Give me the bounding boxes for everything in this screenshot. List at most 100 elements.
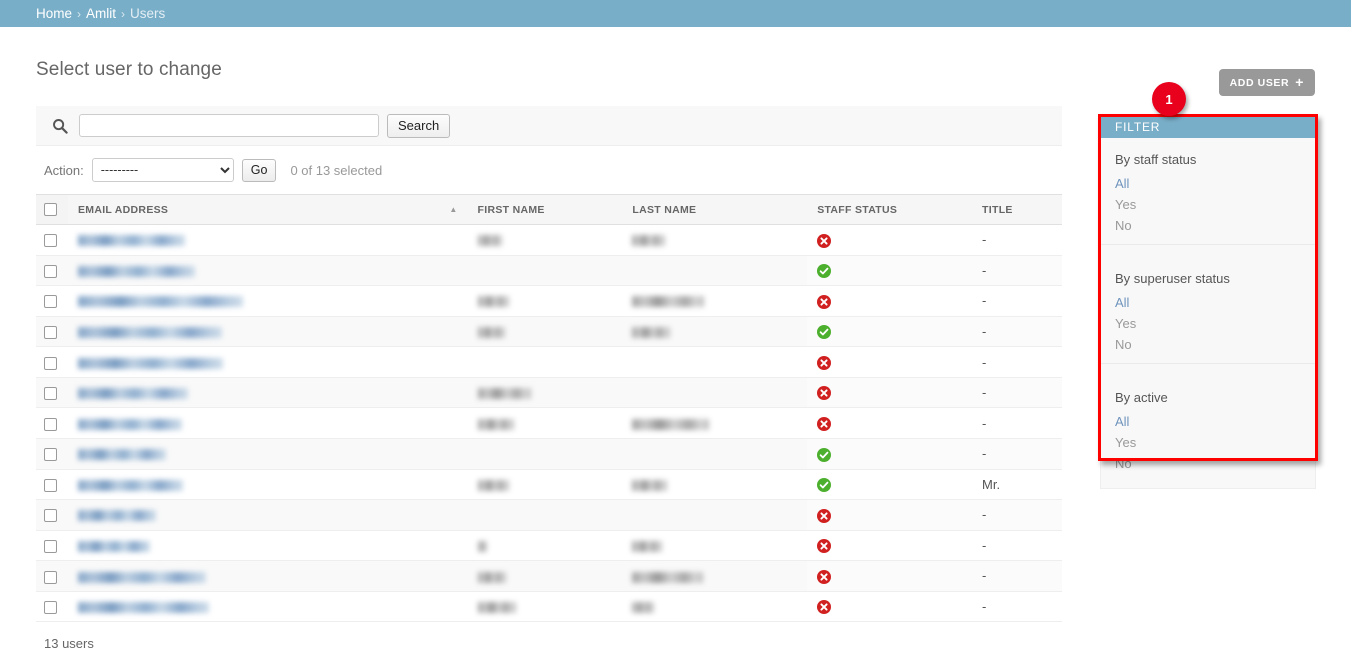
filter-option-by-staff-status-all[interactable]: All bbox=[1101, 173, 1315, 194]
table-row[interactable]: - bbox=[36, 407, 1062, 439]
row-select-checkbox[interactable] bbox=[44, 601, 57, 615]
cell-staff-status bbox=[807, 346, 973, 378]
filter-option-link[interactable]: No bbox=[1115, 337, 1132, 352]
redacted-text bbox=[77, 571, 206, 583]
cell-email[interactable] bbox=[67, 377, 468, 409]
cell-email[interactable] bbox=[67, 591, 468, 623]
row-select-checkbox[interactable] bbox=[44, 326, 57, 339]
redacted-text bbox=[477, 296, 509, 308]
cell-first-name bbox=[467, 591, 623, 623]
plus-icon: + bbox=[1295, 74, 1304, 90]
row-select-checkbox[interactable] bbox=[44, 387, 57, 401]
filter-option-link[interactable]: Yes bbox=[1115, 197, 1136, 212]
filter-option-link[interactable]: No bbox=[1115, 456, 1132, 471]
cell-title-value: - bbox=[982, 537, 987, 553]
cell-email[interactable] bbox=[67, 255, 468, 287]
cell-title-value: - bbox=[982, 262, 987, 278]
cell-first-name bbox=[467, 530, 623, 562]
filter-option-link[interactable]: All bbox=[1115, 414, 1129, 429]
row-select-checkbox[interactable] bbox=[44, 417, 57, 431]
cell-title: - bbox=[972, 560, 1062, 592]
cell-email[interactable] bbox=[67, 346, 468, 378]
filter-option-link[interactable]: Yes bbox=[1115, 435, 1136, 450]
filter-option-by-superuser-status-no[interactable]: No bbox=[1101, 334, 1315, 355]
table-row[interactable]: - bbox=[36, 530, 1062, 562]
row-select-checkbox[interactable] bbox=[44, 448, 57, 462]
cell-email[interactable] bbox=[67, 407, 468, 439]
cell-email[interactable] bbox=[67, 560, 468, 592]
go-button[interactable]: Go bbox=[241, 158, 277, 182]
redacted-text bbox=[77, 327, 222, 339]
status-false-icon bbox=[817, 416, 832, 431]
row-select-checkbox[interactable] bbox=[44, 234, 57, 248]
cell-first-name bbox=[467, 316, 623, 348]
cell-title: - bbox=[972, 499, 1062, 531]
table-row[interactable]: - bbox=[36, 316, 1062, 348]
cell-email[interactable] bbox=[67, 285, 468, 317]
table-row[interactable]: - bbox=[36, 224, 1062, 256]
search-input[interactable] bbox=[79, 114, 379, 137]
table-row[interactable]: - bbox=[36, 438, 1062, 470]
cell-email[interactable] bbox=[67, 438, 468, 470]
cell-staff-status bbox=[807, 469, 973, 501]
breadcrumb-current: Users bbox=[130, 6, 166, 21]
filter-option-link[interactable]: Yes bbox=[1115, 316, 1136, 331]
filter-option-by-active-no[interactable]: No bbox=[1101, 453, 1315, 474]
cell-first-name bbox=[467, 285, 623, 317]
cell-first-name bbox=[467, 499, 623, 531]
table-row[interactable]: Mr. bbox=[36, 469, 1062, 501]
select-all-checkbox[interactable] bbox=[44, 203, 57, 216]
table-row[interactable]: - bbox=[36, 560, 1062, 592]
row-select-cell bbox=[36, 377, 68, 409]
row-select-checkbox[interactable] bbox=[44, 264, 57, 278]
cell-email[interactable] bbox=[67, 499, 468, 531]
row-select-checkbox[interactable] bbox=[44, 295, 57, 309]
action-select[interactable]: --------- bbox=[91, 158, 234, 182]
filter-option-by-active-yes[interactable]: Yes bbox=[1101, 432, 1315, 453]
column-header-email[interactable]: EMAIL ADDRESS ▲ bbox=[67, 194, 468, 225]
table-row[interactable]: - bbox=[36, 285, 1062, 317]
row-select-checkbox[interactable] bbox=[44, 478, 57, 492]
result-count: 13 users bbox=[36, 622, 1062, 653]
filter-option-link[interactable]: No bbox=[1115, 218, 1132, 233]
cell-title-value: - bbox=[982, 599, 987, 615]
cell-email[interactable] bbox=[67, 469, 468, 501]
column-header-first-name[interactable]: FIRST NAME bbox=[467, 194, 623, 225]
breadcrumb-separator-1: › bbox=[77, 6, 82, 21]
filter-option-by-active-all[interactable]: All bbox=[1101, 411, 1315, 432]
row-select-checkbox[interactable] bbox=[44, 356, 57, 370]
row-select-checkbox[interactable] bbox=[44, 570, 57, 584]
table-row[interactable]: - bbox=[36, 377, 1062, 409]
cell-email[interactable] bbox=[67, 316, 468, 348]
cell-title: - bbox=[972, 438, 1062, 470]
filter-option-by-staff-status-no[interactable]: No bbox=[1101, 215, 1315, 236]
cell-email[interactable] bbox=[67, 224, 468, 256]
search-button[interactable]: Search bbox=[387, 113, 451, 138]
row-select-cell bbox=[36, 407, 68, 439]
cell-title: - bbox=[972, 224, 1062, 256]
filter-group-title-by-staff-status: By staff status bbox=[1115, 152, 1197, 167]
filter-option-by-superuser-status-all[interactable]: All bbox=[1101, 292, 1315, 313]
cell-email[interactable] bbox=[67, 530, 468, 562]
table-row[interactable]: - bbox=[36, 591, 1062, 623]
row-select-checkbox[interactable] bbox=[44, 509, 57, 523]
table-row[interactable]: - bbox=[36, 499, 1062, 531]
add-user-button[interactable]: ADD USER + bbox=[1218, 69, 1315, 96]
filter-option-link[interactable]: All bbox=[1115, 176, 1129, 191]
filter-option-by-staff-status-yes[interactable]: Yes bbox=[1101, 194, 1315, 215]
breadcrumb-home[interactable]: Home bbox=[36, 6, 72, 21]
redacted-text bbox=[477, 540, 487, 552]
table-row[interactable]: - bbox=[36, 255, 1062, 287]
table-row[interactable]: - bbox=[36, 346, 1062, 378]
filter-option-link[interactable]: All bbox=[1115, 295, 1129, 310]
column-header-last-name[interactable]: LAST NAME bbox=[622, 194, 808, 225]
table-header-row: EMAIL ADDRESS ▲ FIRST NAME LAST NAME STA… bbox=[36, 194, 1062, 225]
breadcrumb-app[interactable]: Amlit bbox=[86, 6, 116, 21]
column-header-title[interactable]: TITLE bbox=[972, 194, 1062, 225]
column-header-staff-status[interactable]: STAFF STATUS bbox=[807, 194, 973, 225]
cell-title-value: - bbox=[982, 568, 987, 584]
cell-title-value: - bbox=[982, 323, 987, 339]
row-select-checkbox[interactable] bbox=[44, 539, 57, 553]
filter-option-by-superuser-status-yes[interactable]: Yes bbox=[1101, 313, 1315, 334]
redacted-text bbox=[477, 602, 516, 614]
